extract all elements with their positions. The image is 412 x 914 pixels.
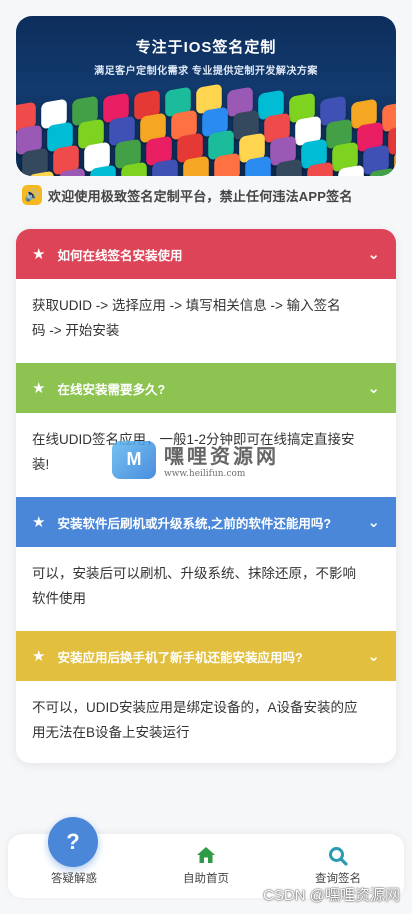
faq-question-2[interactable]: ★ 在线安装需要多久? ⌄ [16, 363, 396, 413]
faq-accordion: ★ 如何在线签名安装使用 ⌄ 获取UDID -> 选择应用 -> 填写相关信息 … [16, 229, 396, 763]
banner-subtitle: 满足客户定制化需求 专业提供定制开发解决方案 [94, 66, 318, 77]
notice-text: 欢迎使用极致签名定制平台，禁止任何违法APP签名 [48, 188, 353, 204]
chevron-down-icon[interactable]: ⌄ [367, 245, 380, 263]
faq-answer-4: 不可以，UDID安装应用是绑定设备的，A设备安装的应 用无法在B设备上安装运行 [16, 681, 396, 763]
app-tile [245, 155, 271, 176]
faq-question-4[interactable]: ★ 安装应用后换手机了新手机还能安装应用吗? ⌄ [16, 631, 396, 681]
faq-answer-1: 获取UDID -> 选择应用 -> 填写相关信息 -> 输入签名 码 -> 开始… [16, 279, 396, 363]
watermark-logo-icon: M [112, 440, 156, 479]
faq-answer-3: 可以，安装后可以刷机、升级系统、抹除还原，不影响 软件使用 [16, 547, 396, 631]
faq-question-3[interactable]: ★ 安装软件后刷机或升级系统,之前的软件还能用吗? ⌄ [16, 497, 396, 547]
speaker-icon: 🔊 [22, 185, 42, 205]
watermark: M 嘿哩资源网 www.heilifun.com [112, 440, 279, 479]
app-tile [388, 124, 396, 156]
faq-answer-line: 码 -> 开始安装 [32, 323, 120, 338]
search-icon [272, 846, 404, 872]
star-icon: ★ [32, 514, 46, 531]
faq-question-1[interactable]: ★ 如何在线签名安装使用 ⌄ [16, 229, 396, 279]
notice-bar: 🔊 欢迎使用极致签名定制平台，禁止任何违法APP签名 [22, 184, 353, 206]
chevron-down-icon[interactable]: ⌄ [367, 379, 380, 397]
faq-question-text: 安装软件后刷机或升级系统,之前的软件还能用吗? [57, 516, 332, 531]
home-icon [140, 846, 272, 870]
tab-home[interactable]: 自助首页 [140, 834, 272, 898]
tab-label: 答疑解惑 [51, 873, 97, 885]
faq-answer-line: 用无法在B设备上安装运行 [32, 725, 190, 740]
csdn-credit: CSDN @嘿哩资源网 [263, 887, 400, 904]
star-icon: ★ [32, 380, 46, 397]
chevron-down-icon[interactable]: ⌄ [367, 647, 380, 665]
hero-banner: 专注于IOS签名定制 满足客户定制化需求 专业提供定制开发解决方案 [16, 16, 396, 176]
faq-question-text: 在线安装需要多久? [57, 382, 166, 397]
faq-answer-line: 可以，安装后可以刷机、升级系统、抹除还原，不影响 [32, 566, 356, 581]
faq-question-text: 安装应用后换手机了新手机还能安装应用吗? [57, 650, 303, 665]
app-tile [214, 152, 240, 176]
faq-answer-line: 不可以，UDID安装应用是绑定设备的，A设备安装的应 [32, 700, 358, 715]
faq-answer-line: 获取UDID -> 选择应用 -> 填写相关信息 -> 输入签名 [32, 298, 341, 313]
question-icon[interactable]: ? [48, 817, 98, 867]
watermark-url: www.heilifun.com [164, 469, 246, 479]
banner-title: 专注于IOS签名定制 [135, 39, 277, 56]
chevron-down-icon[interactable]: ⌄ [367, 513, 380, 531]
tab-faq[interactable]: ? 答疑解惑 [8, 817, 140, 898]
faq-question-text: 如何在线签名安装使用 [57, 248, 183, 263]
tab-label: 自助首页 [183, 873, 229, 885]
star-icon: ★ [32, 648, 46, 665]
star-icon: ★ [32, 246, 46, 263]
faq-answer-line: 软件使用 [32, 591, 86, 606]
app-tile [183, 155, 209, 176]
watermark-title: 嘿哩资源网 [164, 446, 279, 468]
